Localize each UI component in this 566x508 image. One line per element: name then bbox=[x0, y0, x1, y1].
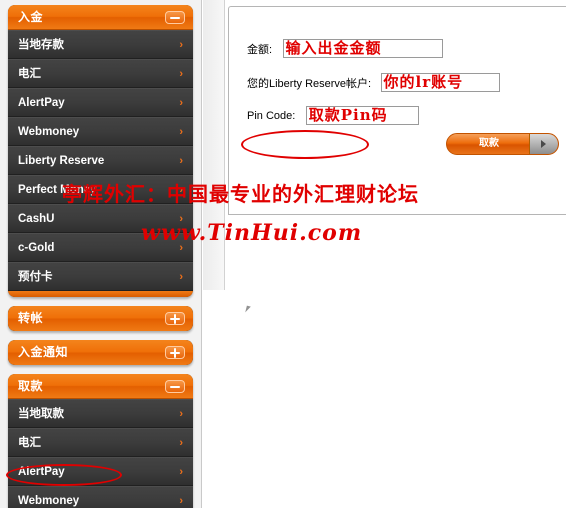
accordion-body-withdrawal: 当地取款 › 电汇 › AlertPay › Webmoney › Libert… bbox=[8, 399, 193, 508]
chevron-right-icon: › bbox=[179, 408, 183, 420]
sidebar-item-alertpay-w[interactable]: AlertPay › bbox=[8, 457, 193, 486]
submit-button-label: 取款 bbox=[479, 138, 499, 149]
minus-icon[interactable] bbox=[165, 11, 185, 24]
amount-input[interactable]: 输入出金金额 bbox=[282, 39, 443, 58]
accordion-header-withdrawal[interactable]: 取款 bbox=[8, 374, 193, 399]
sidebar-item-local-deposit[interactable]: 当地存款 › bbox=[8, 30, 193, 59]
accordion-title-transfer: 转帐 bbox=[18, 311, 44, 325]
chevron-right-icon: › bbox=[179, 155, 183, 167]
sidebar-item-liberty-reserve[interactable]: Liberty Reserve › bbox=[8, 146, 193, 175]
sidebar-item-wire-transfer[interactable]: 电汇 › bbox=[8, 59, 193, 88]
accordion-group-transfer: 转帐 bbox=[8, 306, 193, 331]
sidebar-item-label: AlertPay bbox=[18, 466, 65, 478]
chevron-right-icon: › bbox=[179, 437, 183, 449]
chevron-right-icon: › bbox=[179, 184, 183, 196]
chevron-right-icon: › bbox=[179, 68, 183, 80]
sidebar-item-local-withdrawal[interactable]: 当地取款 › bbox=[8, 399, 193, 428]
field-pin-code: Pin Code: 取款Pin码 bbox=[247, 106, 419, 125]
chevron-right-icon: › bbox=[179, 271, 183, 283]
submit-withdrawal-button[interactable]: 取款 bbox=[446, 133, 559, 155]
withdrawal-form: 金额: 输入出金金额 您的Liberty Reserve帐户: 你的lr账号 P… bbox=[228, 6, 566, 215]
accordion-body-deposit: 当地存款 › 电汇 › AlertPay › Webmoney › Libert… bbox=[8, 30, 193, 291]
sidebar-item-label: Perfect Money bbox=[18, 184, 97, 196]
sidebar-item-perfect-money[interactable]: Perfect Money › bbox=[8, 175, 193, 204]
accordion-title-deposit-notice: 入金通知 bbox=[18, 345, 69, 359]
sidebar-item-webmoney[interactable]: Webmoney › bbox=[8, 117, 193, 146]
chevron-right-icon: › bbox=[179, 126, 183, 138]
amount-input-value: 输入出金金额 bbox=[285, 39, 382, 57]
plus-icon[interactable] bbox=[165, 346, 185, 359]
sidebar-item-cashu[interactable]: CashU › bbox=[8, 204, 193, 233]
field-lr-account-label: 您的Liberty Reserve帐户: bbox=[247, 77, 372, 90]
page-root: 入金 当地存款 › 电汇 › AlertPay › Webmoney › Lib… bbox=[0, 0, 566, 508]
chevron-right-icon: › bbox=[179, 39, 183, 51]
accordion-footer bbox=[8, 291, 193, 297]
minus-icon[interactable] bbox=[165, 380, 185, 393]
sidebar-item-label: CashU bbox=[18, 213, 55, 225]
sidebar-item-label: 预付卡 bbox=[18, 271, 53, 283]
sidebar-item-alertpay[interactable]: AlertPay › bbox=[8, 88, 193, 117]
lr-account-input[interactable]: 你的lr账号 bbox=[380, 73, 500, 92]
sidebar-item-c-gold[interactable]: c-Gold › bbox=[8, 233, 193, 262]
sidebar-item-label: Webmoney bbox=[18, 495, 80, 507]
chevron-right-icon: › bbox=[179, 242, 183, 254]
plus-icon[interactable] bbox=[165, 312, 185, 325]
chevron-right-icon: › bbox=[179, 213, 183, 225]
pin-code-input[interactable]: 取款Pin码 bbox=[305, 106, 419, 125]
field-amount: 金额: 输入出金金额 bbox=[247, 39, 443, 58]
field-lr-account: 您的Liberty Reserve帐户: 你的lr账号 bbox=[247, 73, 500, 92]
sidebar-item-label: 电汇 bbox=[18, 437, 41, 449]
sidebar-item-webmoney-w[interactable]: Webmoney › bbox=[8, 486, 193, 508]
accordion-group-withdrawal: 取款 当地取款 › 电汇 › AlertPay › Webmoney › bbox=[8, 374, 193, 508]
sidebar-item-label: Webmoney bbox=[18, 126, 80, 138]
accordion-title-deposit: 入金 bbox=[18, 10, 44, 24]
chevron-right-icon: › bbox=[179, 495, 183, 507]
content-area: 金额: 输入出金金额 您的Liberty Reserve帐户: 你的lr账号 P… bbox=[203, 0, 566, 508]
accordion-header-transfer[interactable]: 转帐 bbox=[8, 306, 193, 331]
sidebar-item-prepaid-card[interactable]: 预付卡 › bbox=[8, 262, 193, 291]
pin-code-input-value: 取款Pin码 bbox=[308, 106, 388, 124]
field-pin-code-label: Pin Code: bbox=[247, 109, 296, 122]
sidebar-item-label: 当地存款 bbox=[18, 39, 64, 51]
content-left-strip bbox=[203, 0, 225, 290]
accordion-header-deposit-notice[interactable]: 入金通知 bbox=[8, 340, 193, 365]
chevron-right-icon: › bbox=[179, 466, 183, 478]
lr-account-input-value: 你的lr账号 bbox=[383, 73, 464, 91]
sidebar-item-label: 当地取款 bbox=[18, 408, 64, 420]
sidebar: 入金 当地存款 › 电汇 › AlertPay › Webmoney › Lib… bbox=[0, 0, 202, 508]
accordion-title-withdrawal: 取款 bbox=[18, 379, 44, 393]
accordion-group-deposit-notice: 入金通知 bbox=[8, 340, 193, 365]
sidebar-item-label: Liberty Reserve bbox=[18, 155, 105, 167]
sidebar-item-wire-transfer-w[interactable]: 电汇 › bbox=[8, 428, 193, 457]
sidebar-item-label: AlertPay bbox=[18, 97, 65, 109]
accordion-group-deposit: 入金 当地存款 › 电汇 › AlertPay › Webmoney › Lib… bbox=[8, 5, 193, 297]
chevron-right-icon: › bbox=[179, 97, 183, 109]
accordion-header-deposit[interactable]: 入金 bbox=[8, 5, 193, 30]
field-amount-label: 金额: bbox=[247, 43, 273, 56]
sidebar-item-label: 电汇 bbox=[18, 68, 41, 80]
sidebar-item-label: c-Gold bbox=[18, 242, 55, 254]
arrow-right-icon bbox=[529, 134, 558, 154]
